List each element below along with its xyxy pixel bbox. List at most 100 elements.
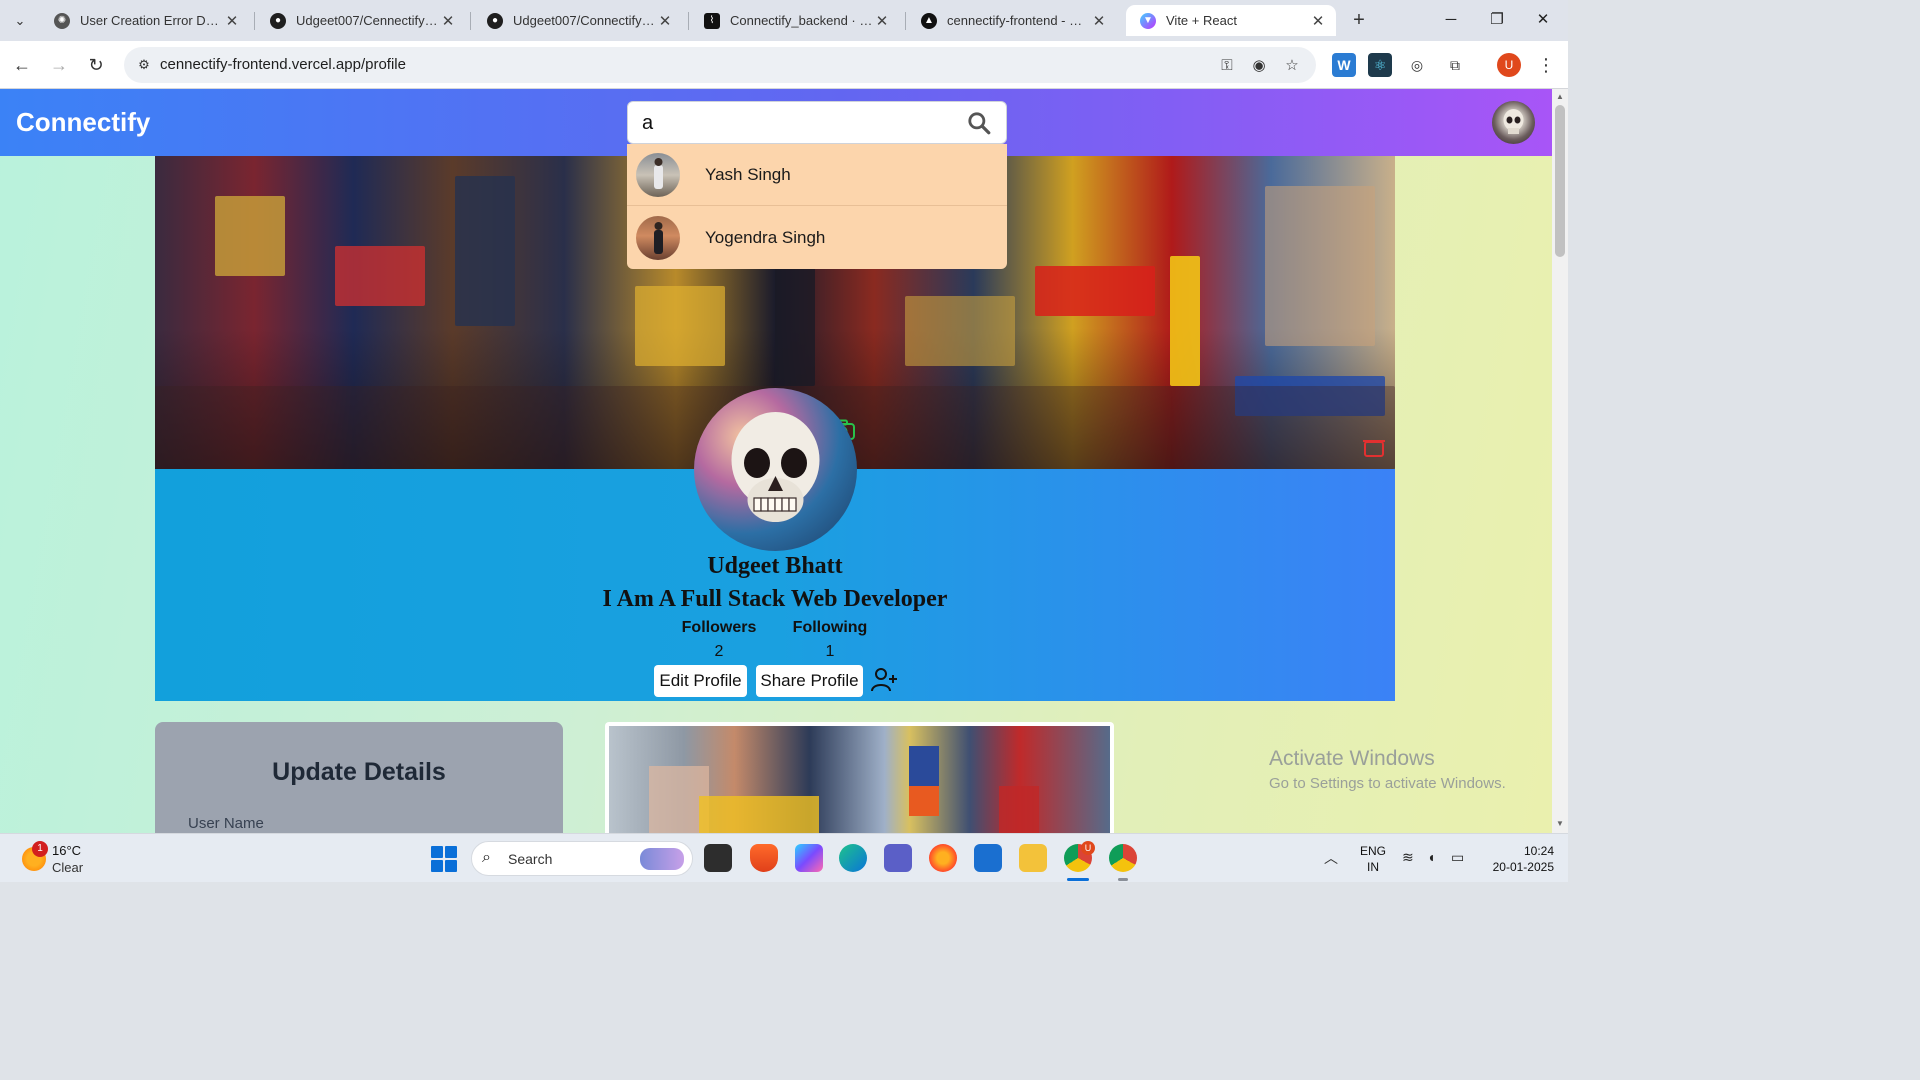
activate-windows-watermark: Activate Windows Go to Settings to activ…: [1269, 747, 1506, 792]
following-count: 1: [825, 643, 835, 660]
add-friend-icon[interactable]: [870, 666, 898, 694]
firefox-icon[interactable]: [929, 844, 957, 872]
result-avatar: [636, 152, 680, 197]
taskbar-search[interactable]: ⌕ Search: [471, 841, 693, 876]
watermark-title: Activate Windows: [1269, 747, 1435, 770]
username-field-label: User Name: [188, 815, 264, 832]
browser-tab[interactable]: ▲ cennectify-frontend - Over ✕: [907, 5, 1117, 36]
tab-search-icon[interactable]: ⌄: [6, 7, 34, 35]
tab-title: Vite + React: [1166, 13, 1237, 28]
render-icon: ⌇: [704, 12, 720, 29]
result-name: Yash Singh: [705, 164, 791, 184]
close-window-button[interactable]: ✕: [1520, 8, 1566, 34]
followers-stat[interactable]: Followers 2: [664, 619, 774, 661]
scrollbar-thumb[interactable]: [1555, 105, 1565, 257]
browser-tab[interactable]: ● Udgeet007/Cennectify_fro ✕: [256, 5, 466, 36]
region-code: IN: [1367, 860, 1379, 874]
address-bar[interactable]: ⚙ cennectify-frontend.vercel.app/profile…: [124, 47, 1316, 83]
tab-title: cennectify-frontend - Over: [947, 13, 1091, 28]
github-icon: ●: [487, 12, 503, 29]
eye-off-icon[interactable]: ◉: [1248, 55, 1270, 77]
post-card[interactable]: [605, 722, 1114, 833]
post-image[interactable]: [609, 726, 1110, 833]
language-code: ENG: [1360, 844, 1387, 858]
restore-button[interactable]: ❐: [1474, 8, 1520, 34]
page-scrollbar[interactable]: ▲ ▼: [1552, 89, 1568, 833]
close-icon[interactable]: ✕: [224, 12, 240, 30]
result-name: Yogendra Singh: [705, 228, 826, 247]
word-extension-icon[interactable]: W: [1332, 53, 1356, 77]
tab-title: Udgeet007/Cennectify_fro: [296, 13, 440, 28]
profile-picture[interactable]: [694, 388, 857, 551]
search-highlight-icon: [640, 848, 684, 870]
openai-icon: ✺: [54, 12, 70, 29]
browser-tab-active[interactable]: ▼ Vite + React ✕: [1126, 5, 1336, 36]
update-details-card: Update Details User Name: [155, 722, 563, 833]
header-avatar[interactable]: [1492, 101, 1535, 144]
vercel-icon: ▲: [921, 12, 937, 29]
react-devtools-icon[interactable]: ⚛: [1368, 53, 1392, 77]
wifi-icon[interactable]: ≋: [1402, 849, 1414, 866]
temperature: 16°C: [52, 843, 82, 858]
search-result-item[interactable]: Yogendra Singh: [627, 207, 1007, 269]
close-icon[interactable]: ✕: [657, 12, 673, 30]
browser-tab[interactable]: ⌇ Connectify_backend · Web ✕: [690, 5, 900, 36]
chrome-profile-badge: U: [1081, 841, 1095, 855]
password-key-icon[interactable]: ⚿: [1216, 55, 1238, 77]
brave-browser-icon[interactable]: [750, 844, 778, 872]
minimize-button[interactable]: ─: [1428, 8, 1474, 34]
edit-profile-button[interactable]: Edit Profile: [654, 665, 747, 697]
share-profile-button[interactable]: Share Profile: [756, 665, 863, 697]
chevron-up-icon[interactable]: ︿: [1324, 848, 1338, 868]
start-button[interactable]: [431, 846, 457, 872]
site-info-icon[interactable]: ⚙: [134, 55, 154, 75]
profile-name: Udgeet Bhatt: [707, 553, 843, 579]
browser-tab[interactable]: ● Udgeet007/Connectify_bac ✕: [473, 5, 683, 36]
open-app-indicator: [1118, 878, 1128, 881]
tab-title: User Creation Error Debug: [80, 13, 224, 28]
result-avatar: [636, 216, 680, 260]
back-icon[interactable]: ←: [9, 52, 35, 78]
brand-logo[interactable]: Connectify: [16, 107, 150, 138]
language-indicator[interactable]: ENG IN: [1360, 843, 1386, 875]
close-icon[interactable]: ✕: [1091, 12, 1107, 30]
forward-icon[interactable]: →: [46, 52, 72, 78]
browser-profile-avatar[interactable]: U: [1497, 53, 1521, 77]
battery-icon[interactable]: ▭: [1451, 849, 1464, 866]
browser-menu-icon[interactable]: ⋮: [1536, 53, 1556, 77]
tab-title: Connectify_backend · Web: [730, 13, 874, 28]
close-icon[interactable]: ✕: [440, 12, 456, 30]
close-icon[interactable]: ✕: [874, 12, 890, 30]
volume-icon[interactable]: ◖: [1427, 849, 1435, 865]
url-text[interactable]: cennectify-frontend.vercel.app/profile: [160, 56, 406, 73]
browser-tab[interactable]: ✺ User Creation Error Debug ✕: [40, 5, 250, 36]
extensions-puzzle-icon[interactable]: ⧉: [1443, 53, 1467, 77]
following-stat[interactable]: Following 1: [775, 619, 885, 661]
clock-date: 20-01-2025: [1492, 860, 1554, 874]
extension-icon[interactable]: ◎: [1405, 53, 1429, 77]
notification-badge: 1: [32, 841, 48, 857]
bookmark-star-icon[interactable]: ☆: [1281, 55, 1303, 77]
microsoft-store-icon[interactable]: [974, 844, 1002, 872]
new-tab-button[interactable]: +: [1346, 8, 1372, 34]
weather-condition: Clear: [52, 860, 84, 875]
task-view-icon[interactable]: [704, 844, 732, 872]
delete-cover-icon[interactable]: [1362, 436, 1386, 458]
teams-icon[interactable]: [884, 844, 912, 872]
file-explorer-icon[interactable]: [1019, 844, 1047, 872]
search-input[interactable]: [642, 110, 952, 136]
browser-toolbar: ← → ↻ ⚙ cennectify-frontend.vercel.app/p…: [0, 41, 1568, 89]
search-results-dropdown: Yash Singh Yogendra Singh: [627, 144, 1007, 269]
edge-icon[interactable]: [839, 844, 867, 872]
following-label: Following: [792, 619, 868, 636]
windows-taskbar: 1 16°C Clear ⌕ Search U ︿ ENG IN ≋ ◖ ▭ 1…: [0, 833, 1568, 882]
tab-title: Udgeet007/Connectify_bac: [513, 13, 657, 28]
search-result-item[interactable]: Yash Singh: [627, 144, 1007, 206]
chrome-profile-2-icon[interactable]: [1109, 844, 1137, 872]
search-icon[interactable]: [966, 110, 992, 136]
system-clock[interactable]: 10:24 20-01-2025: [1478, 843, 1554, 875]
close-icon[interactable]: ✕: [1310, 12, 1326, 30]
weather-widget[interactable]: 1 16°C Clear: [18, 841, 128, 877]
reload-icon[interactable]: ↻: [83, 52, 109, 78]
copilot-icon[interactable]: [795, 844, 823, 872]
